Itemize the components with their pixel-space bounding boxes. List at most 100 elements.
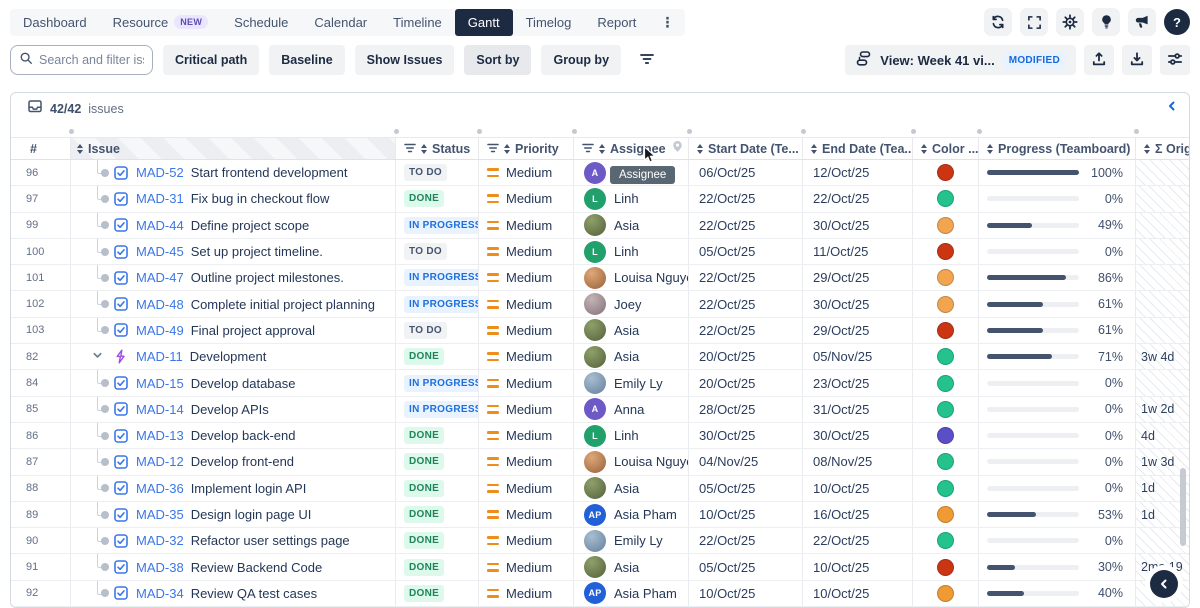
status-cell[interactable]: DONE bbox=[396, 423, 479, 448]
table-row[interactable]: 84 MAD-15 Develop database IN PROGRESS M… bbox=[11, 370, 1189, 396]
export-button[interactable] bbox=[1084, 45, 1114, 75]
color-cell[interactable] bbox=[913, 370, 979, 395]
progress-cell[interactable]: 30% bbox=[979, 554, 1136, 579]
assignee-cell[interactable]: L Linh bbox=[574, 186, 689, 211]
status-cell[interactable]: IN PROGRESS bbox=[396, 291, 479, 316]
start-date-cell[interactable]: 05/Oct/25 bbox=[689, 239, 803, 264]
status-cell[interactable]: DONE bbox=[396, 581, 479, 606]
table-row[interactable]: 96 MAD-52 Start frontend development TO … bbox=[11, 160, 1189, 186]
start-date-cell[interactable]: 06/Oct/25 bbox=[689, 160, 803, 185]
status-cell[interactable]: DONE bbox=[396, 186, 479, 211]
issue-cell[interactable]: MAD-34 Review QA test cases bbox=[71, 581, 396, 606]
color-cell[interactable] bbox=[913, 213, 979, 238]
assignee-cell[interactable]: Louisa Nguyen bbox=[574, 449, 689, 474]
color-cell[interactable] bbox=[913, 186, 979, 211]
assignee-cell[interactable]: L Linh bbox=[574, 423, 689, 448]
issue-key[interactable]: MAD-35 bbox=[136, 507, 184, 522]
column-filter-icon[interactable] bbox=[487, 142, 499, 156]
issue-cell[interactable]: MAD-11 Development bbox=[71, 344, 396, 369]
column-header[interactable]: Status bbox=[396, 138, 479, 159]
column-resize-dot[interactable] bbox=[69, 129, 74, 134]
issue-key[interactable]: MAD-38 bbox=[136, 560, 184, 575]
tips-button[interactable] bbox=[1092, 8, 1120, 36]
color-cell[interactable] bbox=[913, 318, 979, 343]
panel-collapse-chevron-icon[interactable] bbox=[1167, 101, 1177, 111]
issue-cell[interactable]: MAD-36 Implement login API bbox=[71, 476, 396, 501]
start-date-cell[interactable]: 30/Oct/25 bbox=[689, 423, 803, 448]
priority-cell[interactable]: Medium bbox=[479, 476, 574, 501]
table-row[interactable]: 82 MAD-11 Development DONE Medium Asia 2… bbox=[11, 344, 1189, 370]
issue-key[interactable]: MAD-49 bbox=[136, 323, 184, 338]
column-resize-dot[interactable] bbox=[801, 129, 806, 134]
table-row[interactable]: 100 MAD-45 Set up project timeline. TO D… bbox=[11, 239, 1189, 265]
column-sort-icon[interactable] bbox=[599, 144, 605, 154]
column-resize-dot[interactable] bbox=[477, 129, 482, 134]
issue-cell[interactable]: MAD-35 Design login page UI bbox=[71, 502, 396, 527]
status-cell[interactable]: DONE bbox=[396, 502, 479, 527]
column-header[interactable]: Color ... bbox=[913, 138, 979, 159]
fullscreen-button[interactable] bbox=[1020, 8, 1048, 36]
assignee-cell[interactable]: Emily Ly bbox=[574, 528, 689, 553]
nav-tab[interactable]: Dashboard bbox=[10, 9, 100, 36]
progress-cell[interactable]: 0% bbox=[979, 423, 1136, 448]
priority-cell[interactable]: Medium bbox=[479, 554, 574, 579]
end-date-cell[interactable]: 23/Oct/25 bbox=[803, 370, 913, 395]
end-date-cell[interactable]: 05/Nov/25 bbox=[803, 344, 913, 369]
status-cell[interactable]: DONE bbox=[396, 528, 479, 553]
column-header[interactable]: Priority bbox=[479, 138, 574, 159]
priority-cell[interactable]: Medium bbox=[479, 528, 574, 553]
nav-tab[interactable]: Report bbox=[584, 9, 649, 36]
critical-path-button[interactable]: Critical path bbox=[163, 45, 259, 75]
column-resize-dot[interactable] bbox=[977, 129, 982, 134]
priority-cell[interactable]: Medium bbox=[479, 581, 574, 606]
start-date-cell[interactable]: 20/Oct/25 bbox=[689, 344, 803, 369]
end-date-cell[interactable]: 30/Oct/25 bbox=[803, 213, 913, 238]
filter-button[interactable] bbox=[631, 45, 663, 75]
assignee-cell[interactable]: L Linh bbox=[574, 239, 689, 264]
issue-key[interactable]: MAD-52 bbox=[136, 165, 184, 180]
color-cell[interactable] bbox=[913, 449, 979, 474]
issue-key[interactable]: MAD-12 bbox=[136, 454, 184, 469]
end-date-cell[interactable]: 30/Oct/25 bbox=[803, 291, 913, 316]
view-settings-button[interactable] bbox=[1160, 45, 1190, 75]
column-header[interactable]: # bbox=[11, 138, 71, 159]
issue-key[interactable]: MAD-47 bbox=[136, 270, 184, 285]
issue-cell[interactable]: MAD-38 Review Backend Code bbox=[71, 554, 396, 579]
start-date-cell[interactable]: 22/Oct/25 bbox=[689, 291, 803, 316]
column-resize-dot[interactable] bbox=[911, 129, 916, 134]
column-sort-icon[interactable] bbox=[421, 144, 427, 154]
table-row[interactable]: 90 MAD-32 Refactor user settings page DO… bbox=[11, 528, 1189, 554]
issue-cell[interactable]: MAD-47 Outline project milestones. bbox=[71, 265, 396, 290]
end-date-cell[interactable]: 12/Oct/25 bbox=[803, 160, 913, 185]
nav-tab[interactable]: Schedule bbox=[221, 9, 301, 36]
column-sort-icon[interactable] bbox=[504, 144, 510, 154]
search-box[interactable] bbox=[10, 45, 153, 75]
start-date-cell[interactable]: 20/Oct/25 bbox=[689, 370, 803, 395]
start-date-cell[interactable]: 10/Oct/25 bbox=[689, 502, 803, 527]
issue-key[interactable]: MAD-15 bbox=[136, 376, 184, 391]
column-sort-icon[interactable] bbox=[811, 144, 817, 154]
nav-tab[interactable]: Calendar bbox=[301, 9, 380, 36]
end-date-cell[interactable]: 16/Oct/25 bbox=[803, 502, 913, 527]
status-cell[interactable]: TO DO bbox=[396, 318, 479, 343]
column-resize-dot[interactable] bbox=[687, 129, 692, 134]
color-cell[interactable] bbox=[913, 344, 979, 369]
table-row[interactable]: 87 MAD-12 Develop front-end DONE Medium … bbox=[11, 449, 1189, 475]
column-resize-dot[interactable] bbox=[572, 129, 577, 134]
priority-cell[interactable]: Medium bbox=[479, 370, 574, 395]
progress-cell[interactable]: 100% bbox=[979, 160, 1136, 185]
priority-cell[interactable]: Medium bbox=[479, 423, 574, 448]
assignee-cell[interactable]: Asia bbox=[574, 318, 689, 343]
priority-cell[interactable]: Medium bbox=[479, 291, 574, 316]
start-date-cell[interactable]: 22/Oct/25 bbox=[689, 528, 803, 553]
assignee-cell[interactable]: AP Asia Pham bbox=[574, 502, 689, 527]
progress-cell[interactable]: 0% bbox=[979, 476, 1136, 501]
table-row[interactable]: 102 MAD-48 Complete initial project plan… bbox=[11, 291, 1189, 317]
end-date-cell[interactable]: 22/Oct/25 bbox=[803, 186, 913, 211]
progress-cell[interactable]: 0% bbox=[979, 186, 1136, 211]
priority-cell[interactable]: Medium bbox=[479, 186, 574, 211]
status-cell[interactable]: IN PROGRESS bbox=[396, 397, 479, 422]
issue-cell[interactable]: MAD-44 Define project scope bbox=[71, 213, 396, 238]
assignee-cell[interactable]: A Anna bbox=[574, 397, 689, 422]
start-date-cell[interactable]: 05/Oct/25 bbox=[689, 476, 803, 501]
